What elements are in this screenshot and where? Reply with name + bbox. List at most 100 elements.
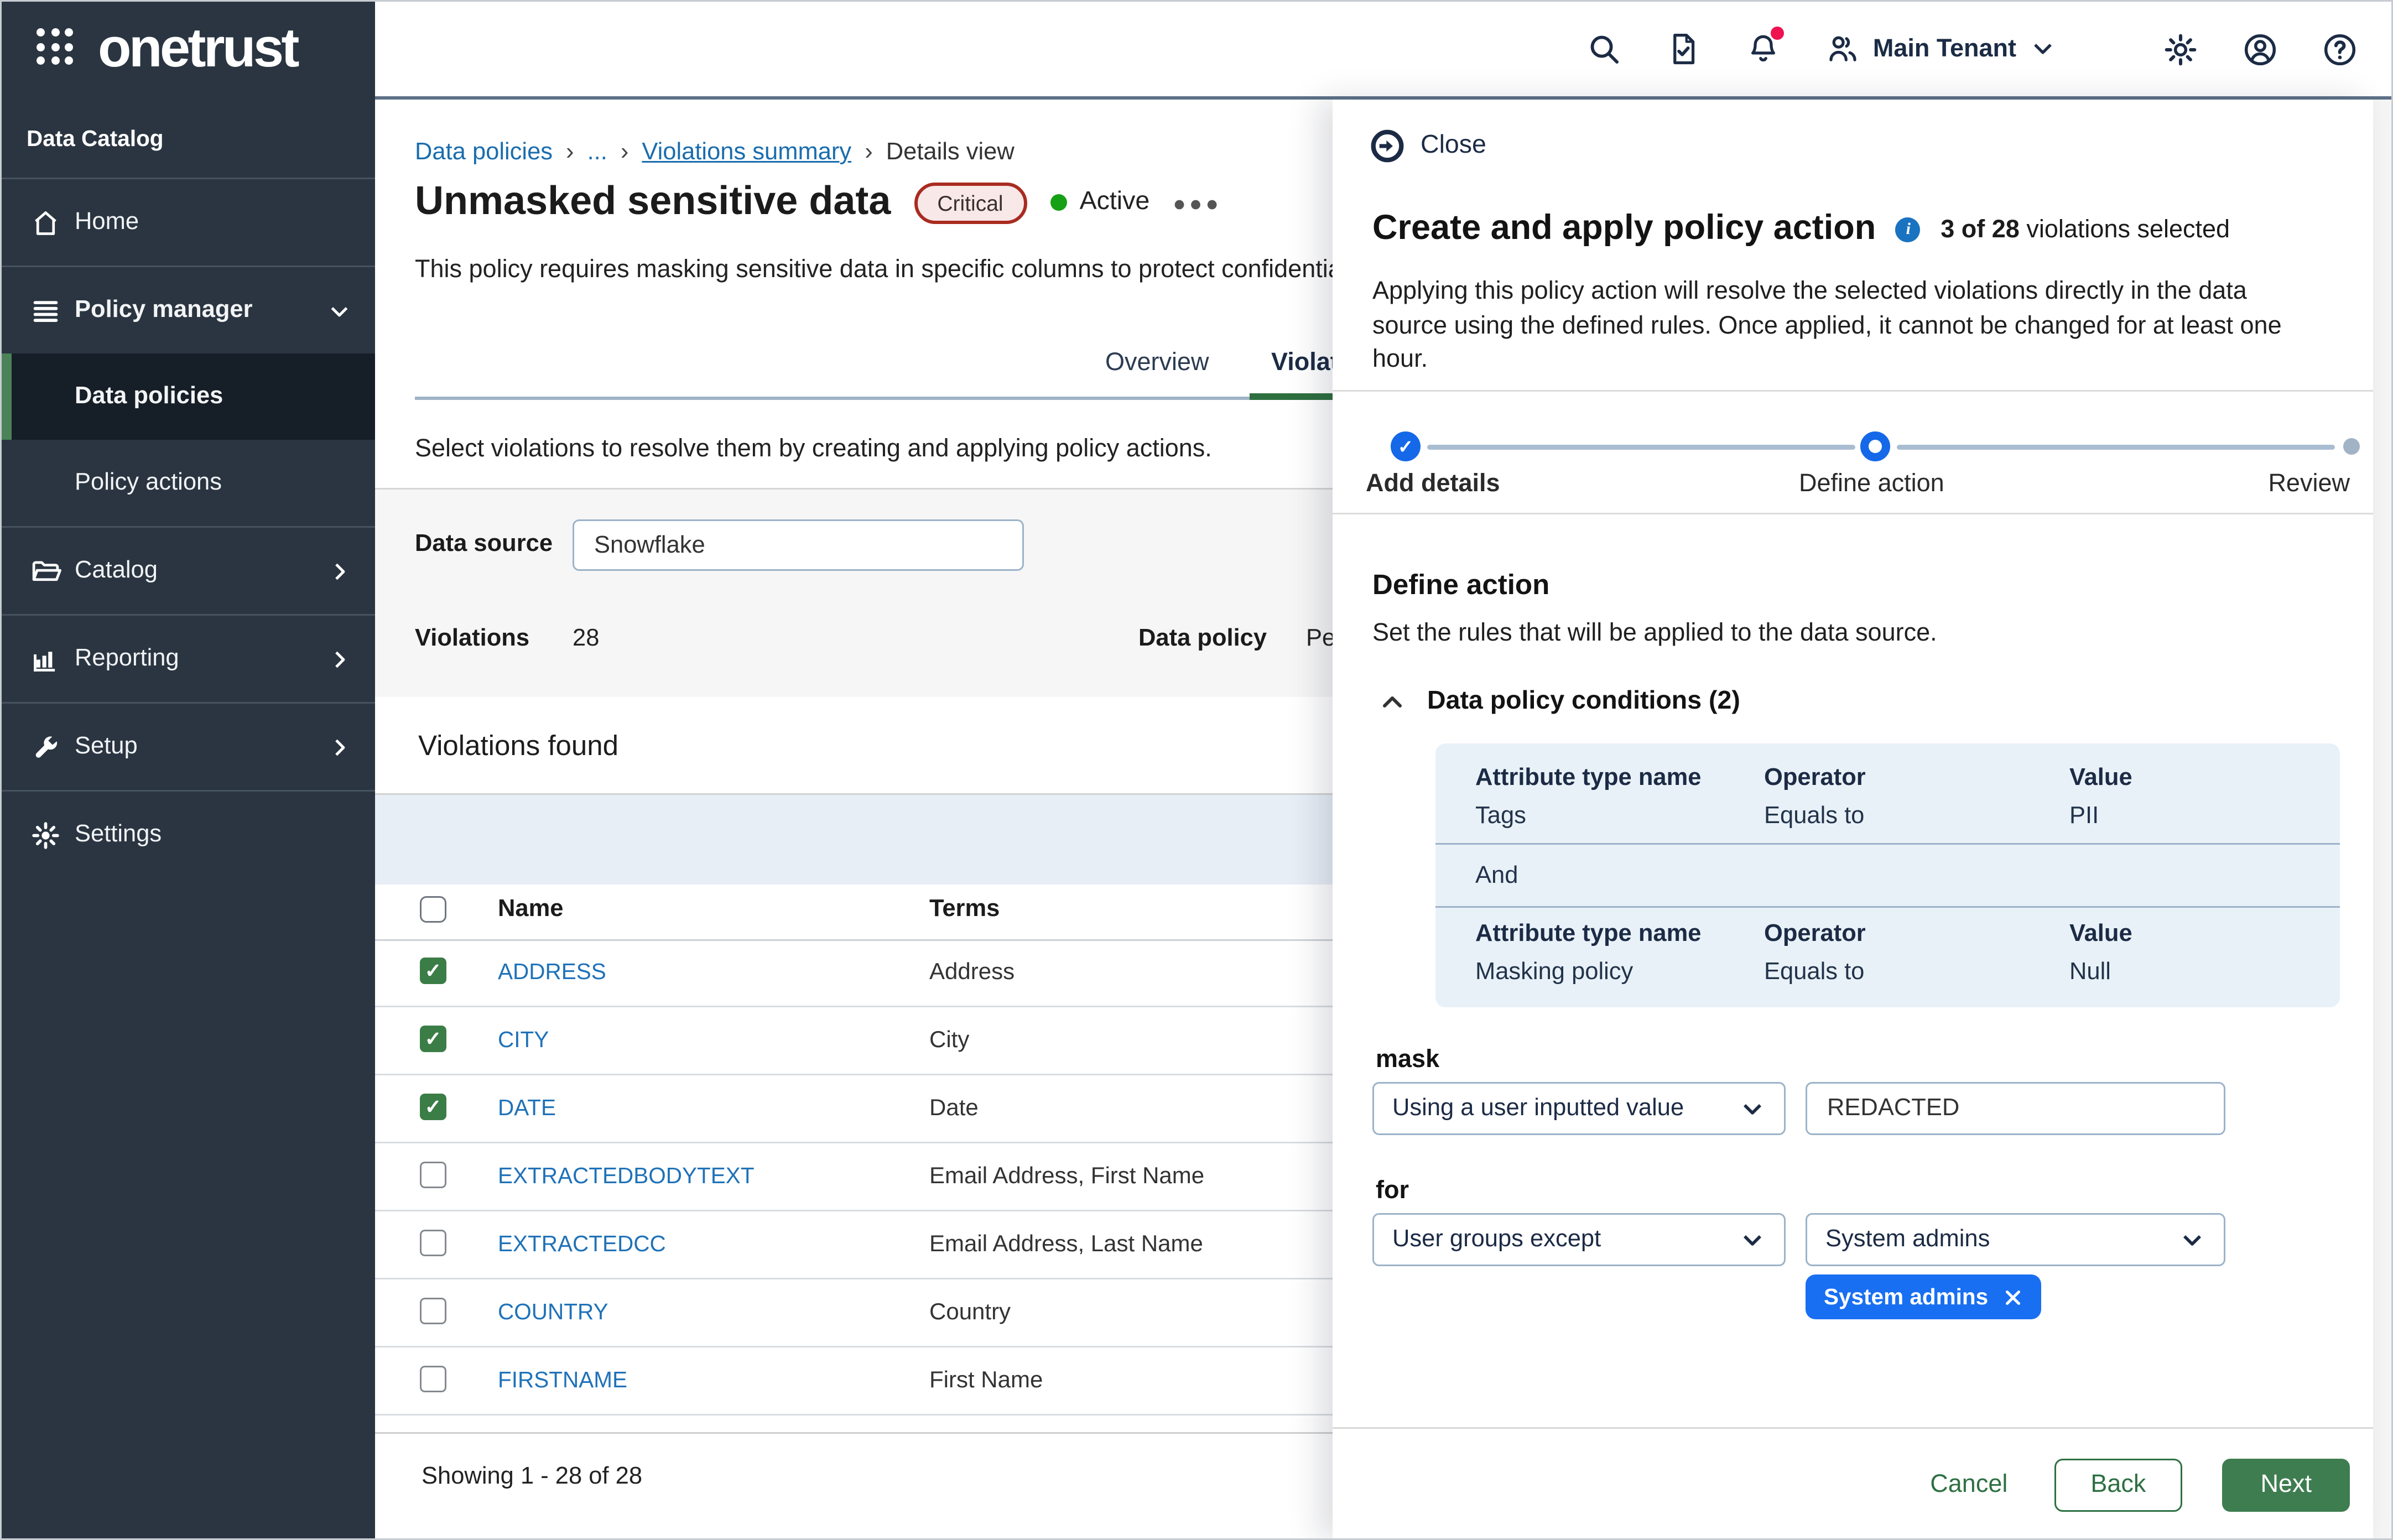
logo-text: onetrust [98,20,297,75]
column-header-name: Name [498,896,564,923]
violations-count-label: Violations [415,626,529,652]
back-button[interactable]: Back [2054,1458,2182,1511]
document-check-icon[interactable] [1666,31,1700,66]
cond-row-value: PII [2069,803,2300,829]
sidebar-item-label: Home [75,209,352,236]
violations-count-value: 28 [573,626,599,652]
breadcrumb-data-policies[interactable]: Data policies [415,139,553,166]
close-panel-button[interactable]: Close [1369,128,1486,164]
violation-name-link[interactable]: CITY [498,1027,549,1052]
breadcrumb-separator: › [865,139,873,166]
cancel-button[interactable]: Cancel [1923,1458,2014,1511]
conditions-divider [1435,843,2340,845]
page-scrollbar[interactable] [2371,0,2393,1540]
sidebar-item-label: Data policies [75,383,223,410]
sidebar-item-catalog[interactable]: Catalog [0,526,375,614]
sidebar: onetrust Data Catalog Home Policy manage… [0,0,375,1540]
cond-row-attr: Tags [1475,803,1764,829]
panel-description: Applying this policy action will resolve… [1372,275,2315,378]
search-icon[interactable] [1586,31,1621,66]
cond-row-attr: Masking policy [1475,959,1764,985]
conditions-collapse-toggle[interactable]: Data policy conditions (2) [1379,687,1740,717]
user-group-selector-select[interactable]: User groups except [1372,1213,1786,1266]
breadcrumb-violations-summary[interactable]: Violations summary [642,139,851,166]
gear-icon [30,819,61,851]
create-policy-action-panel: Close Create and apply policy action i 3… [1333,100,2373,1540]
data-source-input[interactable] [573,519,1024,571]
row-checkbox[interactable] [420,1298,446,1324]
step-label-define-action: Define action [1799,470,1944,498]
conditions-join: And [1475,853,2300,898]
violation-name-link[interactable]: FIRSTNAME [498,1367,627,1392]
global-settings-gear-icon[interactable] [2162,31,2197,66]
next-button[interactable]: Next [2222,1458,2350,1511]
breadcrumb-separator: › [566,139,574,166]
step-complete-icon[interactable]: ✓ [1391,431,1421,461]
page-title: Unmasked sensitive data [415,179,891,226]
violation-name-link[interactable]: DATE [498,1095,556,1120]
select-all-checkbox[interactable] [420,896,446,923]
onetrust-logo: onetrust [37,20,297,75]
home-icon [30,207,61,238]
cond-row-value: Null [2069,959,2300,985]
sidebar-item-label: Policy manager [75,297,327,324]
row-checkbox[interactable] [420,1366,446,1392]
violation-name-link[interactable]: EXTRACTEDBODYTEXT [498,1163,755,1188]
sidebar-item-policy-actions[interactable]: Policy actions [0,440,375,526]
notifications-bell-icon[interactable] [1745,31,1780,66]
top-header: Main Tenant [375,0,2393,100]
row-checkbox[interactable] [420,1026,446,1052]
row-checkbox[interactable] [420,1162,446,1188]
active-dot-icon [1050,194,1067,211]
tab-overview[interactable]: Overview [1105,348,1209,377]
cond-col-operator: Operator [1764,765,2069,792]
mask-method-select[interactable]: Using a user inputted value [1372,1082,1786,1135]
violation-terms: Date [929,1094,979,1120]
stepper-connector [1427,445,1855,450]
chevron-down-icon [1739,1226,1766,1253]
stepper-connector [1897,445,2335,450]
tenant-switcher[interactable]: Main Tenant [1825,31,2056,66]
step-upcoming-icon[interactable] [2343,438,2360,455]
tenant-label: Main Tenant [1873,34,2016,63]
logo-dots-icon [37,28,75,66]
breadcrumb-separator: › [621,139,629,166]
breadcrumb-ellipsis[interactable]: ... [587,139,607,166]
row-checkbox[interactable] [420,1230,446,1256]
chevron-down-icon [1739,1095,1766,1122]
bar-chart-icon [30,643,61,675]
sidebar-item-label: Catalog [75,558,327,584]
help-icon[interactable] [2322,31,2356,66]
chevron-right-icon [327,735,352,759]
sidebar-item-data-policies[interactable]: Data policies [0,353,375,440]
user-group-value-select[interactable]: System admins [1806,1213,2225,1266]
mask-value-input[interactable] [1806,1082,2225,1135]
step-label-review: Review [2268,470,2350,498]
folder-icon [30,555,61,587]
sidebar-item-policy-manager[interactable]: Policy manager [0,266,375,353]
sidebar-item-reporting[interactable]: Reporting [0,614,375,702]
cond-row-operator: Equals to [1764,959,2069,985]
violation-name-link[interactable]: COUNTRY [498,1299,608,1324]
row-checkbox[interactable] [420,958,446,984]
chevron-up-icon [1379,689,1406,715]
violation-name-link[interactable]: ADDRESS [498,959,606,984]
step-current-icon[interactable] [1860,431,1890,461]
sidebar-item-setup[interactable]: Setup [0,702,375,790]
sidebar-item-settings[interactable]: Settings [0,790,375,878]
panel-footer: Cancel Back Next [1333,1427,2373,1540]
violation-terms: Country [929,1298,1011,1324]
select-violations-hint: Select violations to resolve them by cre… [415,435,1212,463]
row-checkbox[interactable] [420,1094,446,1120]
more-menu-button[interactable]: ●●● [1173,190,1222,215]
account-icon[interactable] [2242,31,2277,66]
violation-name-link[interactable]: EXTRACTEDCC [498,1231,666,1256]
close-arrow-icon [1369,128,1406,164]
system-admins-chip[interactable]: System admins [1806,1274,2041,1319]
remove-chip-icon[interactable] [2003,1287,2023,1307]
status-label: Active [1080,188,1150,217]
chevron-down-icon [2179,1226,2205,1253]
sidebar-item-home[interactable]: Home [0,178,375,266]
chevron-right-icon [327,559,352,584]
breadcrumb: Data policies › ... › Violations summary… [415,139,1015,166]
